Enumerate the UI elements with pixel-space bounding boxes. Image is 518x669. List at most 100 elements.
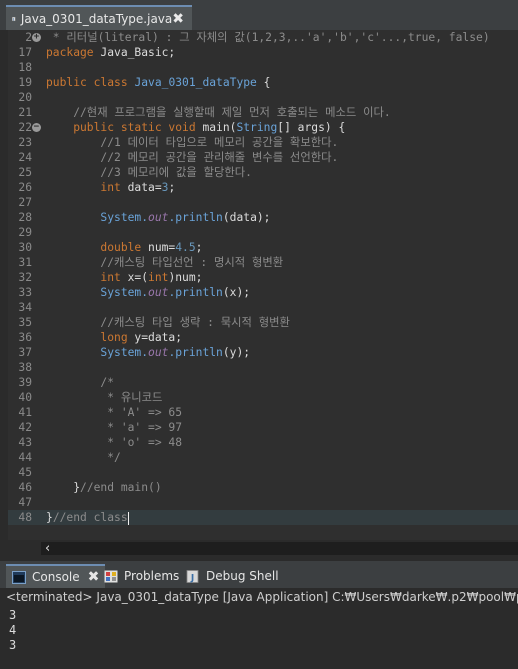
code-token: (y);: [222, 346, 251, 359]
code-token: double: [46, 241, 142, 254]
code-line[interactable]: 2 + * 리터널(literal) : 그 자체의 값(1,2,3,..'a',…: [8, 30, 518, 45]
code-text: * 'a' => 97: [46, 420, 182, 435]
code-line[interactable]: 40 * 유니코드: [8, 390, 518, 405]
code-token: data=: [120, 181, 162, 194]
line-number: 20: [18, 91, 32, 104]
code-line[interactable]: 33 System.out.println(x);: [8, 285, 518, 300]
code-token: //캐스팅 타입 생략 : 묵시적 형변환: [46, 316, 290, 329]
code-text: double num=4.5;: [46, 240, 202, 255]
console-output-line: 3: [9, 638, 17, 652]
fold-expand-icon[interactable]: +: [32, 33, 41, 42]
tab-problems[interactable]: Problems: [98, 564, 185, 588]
text-caret: [127, 511, 129, 525]
svg-text:J: J: [190, 573, 194, 583]
code-token: Java_Basic;: [93, 46, 176, 59]
code-token: //1 데이터 타입으로 메모리 공간을 확보한다.: [46, 136, 339, 149]
code-line[interactable]: 23 //1 데이터 타입으로 메모리 공간을 확보한다.: [8, 135, 518, 150]
code-text: System.out.println(y);: [46, 345, 250, 360]
editor-left-edge: [0, 540, 8, 558]
code-line[interactable]: 24 //2 메모리 공간을 관리해줄 변수를 선언한다.: [8, 150, 518, 165]
code-line[interactable]: 22− public static void main(String[] arg…: [8, 120, 518, 135]
code-line[interactable]: 44 */: [8, 450, 518, 465]
code-token: * 'a' => 97: [46, 421, 183, 434]
code-line[interactable]: 41 * 'A' => 65: [8, 405, 518, 420]
code-token: .println: [168, 286, 223, 299]
code-token: System.: [46, 286, 149, 299]
horizontal-scrollbar[interactable]: ‹: [41, 541, 518, 556]
code-token: int: [46, 181, 121, 194]
code-line[interactable]: 20: [8, 90, 518, 105]
code-token: num=: [141, 241, 176, 254]
code-text: int x=(int)num;: [46, 270, 202, 285]
code-line[interactable]: 39 /*: [8, 375, 518, 390]
close-icon[interactable]: ✖: [172, 11, 184, 27]
code-line[interactable]: 37 System.out.println(y);: [8, 345, 518, 360]
line-number: 25: [18, 166, 32, 179]
code-line[interactable]: 26 int data=3;: [8, 180, 518, 195]
fold-collapse-icon[interactable]: −: [32, 123, 41, 132]
code-editor[interactable]: 2 + * 리터널(literal) : 그 자체의 값(1,2,3,..'a',…: [8, 30, 518, 540]
line-number: 42: [18, 421, 32, 434]
code-line[interactable]: 47: [8, 495, 518, 510]
tab-console[interactable]: Console ✖: [6, 564, 106, 588]
code-line[interactable]: 36 long y=data;: [8, 330, 518, 345]
code-text: System.out.println(data);: [46, 210, 270, 225]
code-line[interactable]: 32 int x=(int)num;: [8, 270, 518, 285]
line-number: 24: [18, 151, 32, 164]
code-line[interactable]: 27: [8, 195, 518, 210]
code-token: public class: [46, 76, 128, 89]
line-number: 36: [18, 331, 32, 344]
code-token: int: [148, 271, 169, 284]
line-number: 17: [18, 46, 32, 59]
code-text: * 'A' => 65: [46, 405, 182, 420]
code-token: int: [46, 271, 121, 284]
code-token: }: [46, 511, 53, 524]
line-number: 22: [18, 121, 32, 134]
line-number: 33: [18, 286, 32, 299]
code-line[interactable]: 42 * 'a' => 97: [8, 420, 518, 435]
code-line[interactable]: 25 //3 메모리에 값을 할당한다.: [8, 165, 518, 180]
code-line[interactable]: 30 double num=4.5;: [8, 240, 518, 255]
line-number: 40: [18, 391, 32, 404]
line-number: 29: [18, 226, 32, 239]
line-number: 2: [25, 31, 32, 44]
tab-debug-shell[interactable]: J Debug Shell: [180, 564, 285, 588]
eclipse-window: J Java_0301_dataType.java ✖ 2 + * 리터널(lit…: [0, 0, 518, 669]
code-line[interactable]: 29: [8, 225, 518, 240]
code-line[interactable]: 17 package Java_Basic;: [8, 45, 518, 60]
editor-tab-java-file[interactable]: J Java_0301_dataType.java ✖: [6, 5, 192, 30]
code-text: //캐스팅 타입선언 : 명시적 형변환: [46, 255, 283, 270]
code-line[interactable]: 21 //현재 프로그램을 실행할때 제일 먼저 호출되는 메소드 이다.: [8, 105, 518, 120]
code-line[interactable]: 34: [8, 300, 518, 315]
scroll-left-icon[interactable]: ‹: [45, 541, 50, 556]
code-token: //캐스팅 타입선언 : 명시적 형변환: [46, 256, 284, 269]
code-line[interactable]: 35 //캐스팅 타입 생략 : 묵시적 형변환: [8, 315, 518, 330]
code-token: x=(: [120, 271, 149, 284]
code-text: System.out.println(x);: [46, 285, 250, 300]
code-token: */: [46, 451, 121, 464]
code-line[interactable]: 38: [8, 360, 518, 375]
line-number: 48: [18, 511, 32, 524]
code-token: String: [236, 121, 278, 134]
code-line[interactable]: 43 * 'o' => 48: [8, 435, 518, 450]
code-text: public class Java_0301_dataType {: [46, 75, 270, 90]
code-line[interactable]: 45: [8, 465, 518, 480]
code-token: ;: [195, 241, 203, 254]
code-token: long: [46, 331, 128, 344]
console-header: <terminated> Java_0301_dataType [Java Ap…: [6, 590, 518, 604]
line-number: 32: [18, 271, 32, 284]
code-token: //end main(): [80, 481, 162, 494]
line-number: 28: [18, 211, 32, 224]
console-tab-bar: Console ✖ Problems J Debug Shell: [0, 561, 518, 588]
code-line[interactable]: 48}//end class: [8, 510, 518, 525]
code-token: [] args) {: [277, 121, 346, 134]
code-line[interactable]: 46 }//end main(): [8, 480, 518, 495]
code-line[interactable]: 31 //캐스팅 타입선언 : 명시적 형변환: [8, 255, 518, 270]
code-line[interactable]: 28 System.out.println(data);: [8, 210, 518, 225]
line-number: 23: [18, 136, 32, 149]
console-panel[interactable]: <terminated> Java_0301_dataType [Java Ap…: [0, 588, 518, 669]
code-token: * 유니코드: [46, 391, 163, 404]
code-token: public static void: [46, 121, 196, 134]
code-line[interactable]: 18: [8, 60, 518, 75]
code-line[interactable]: 19 public class Java_0301_dataType {: [8, 75, 518, 90]
